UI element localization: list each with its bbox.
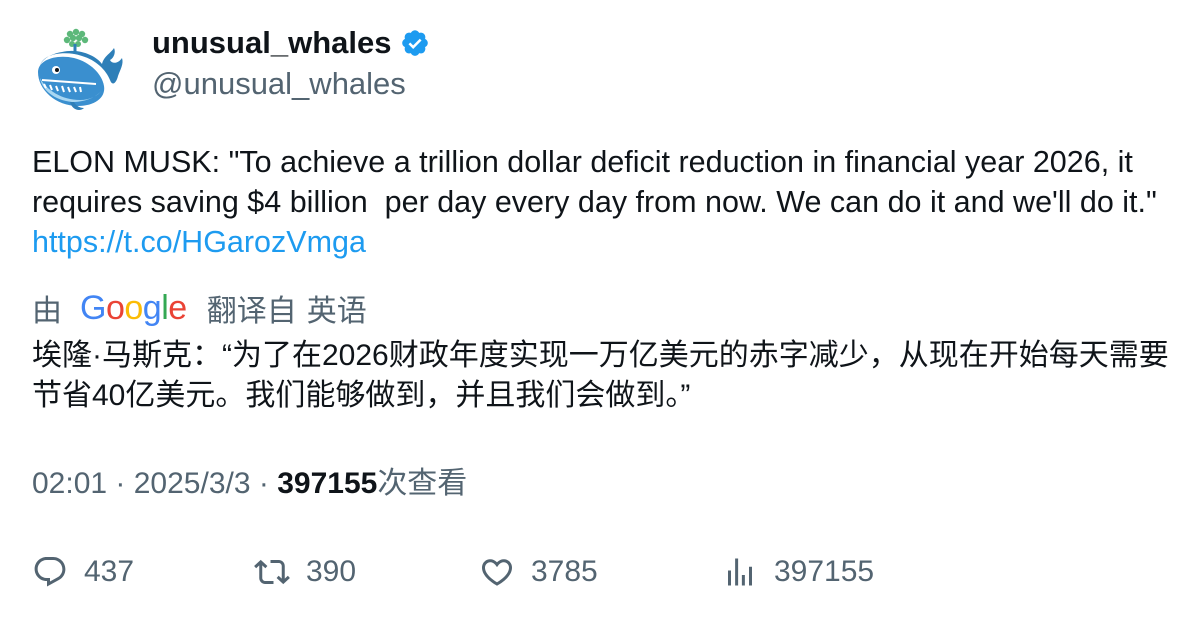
verified-badge-icon [402, 30, 429, 56]
tweet-header: unusual_whales @unusual_whales [32, 24, 430, 116]
retweet-icon [254, 559, 290, 585]
translated-text: 埃隆·马斯克：“为了在2026财政年度实现一万亿美元的赤字减少，从现在开始每天需… [32, 339, 1169, 412]
reply-count: 437 [84, 555, 135, 588]
display-name-row: unusual_whales [152, 24, 430, 62]
user-names: unusual_whales @unusual_whales [152, 24, 430, 104]
meta-separator: · [107, 467, 134, 500]
views-label: 次查看 [377, 467, 468, 500]
meta-separator-2: · [250, 467, 278, 500]
tweet-text: ELON MUSK: "To achieve a trillion dollar… [32, 142, 1172, 262]
translation-attribution[interactable]: 由 Google 翻译自 英语 [32, 286, 367, 330]
analytics-bar-icon [728, 558, 752, 586]
reply-icon [34, 557, 66, 587]
retweet-button[interactable]: 390 [254, 550, 356, 594]
like-count: 3785 [531, 555, 598, 588]
views-button[interactable]: 397155 [722, 550, 874, 594]
tweet-card: unusual_whales @unusual_whales ELON MUSK… [0, 0, 1196, 618]
action-bar: 437 390 3785 397155 [32, 550, 1172, 594]
views-count: 397155 [277, 467, 378, 500]
whale-avatar-icon[interactable] [32, 24, 124, 116]
translated-by-label: 由 [32, 295, 62, 328]
tweet-body: ELON MUSK: "To achieve a trillion dollar… [32, 145, 1166, 219]
user-handle[interactable]: @unusual_whales [152, 64, 430, 104]
heart-icon [481, 559, 513, 586]
translated-from-label: 翻译自 [206, 295, 297, 328]
google-logo: Google [80, 289, 187, 327]
tweet-link[interactable]: https://t.co/HGarozVmga [32, 225, 366, 259]
tweet-time[interactable]: 02:01 [32, 464, 107, 504]
tweet-date[interactable]: 2025/3/3 [134, 464, 251, 504]
views-action-count: 397155 [774, 555, 875, 588]
source-language: 英语 [306, 295, 367, 328]
retweet-count: 390 [306, 555, 357, 588]
reply-button[interactable]: 437 [32, 550, 134, 594]
display-name[interactable]: unusual_whales [152, 25, 391, 61]
tweet-meta: 02:01 · 2025/3/3 · 397155 次查看 [32, 464, 467, 504]
like-button[interactable]: 3785 [479, 550, 598, 594]
